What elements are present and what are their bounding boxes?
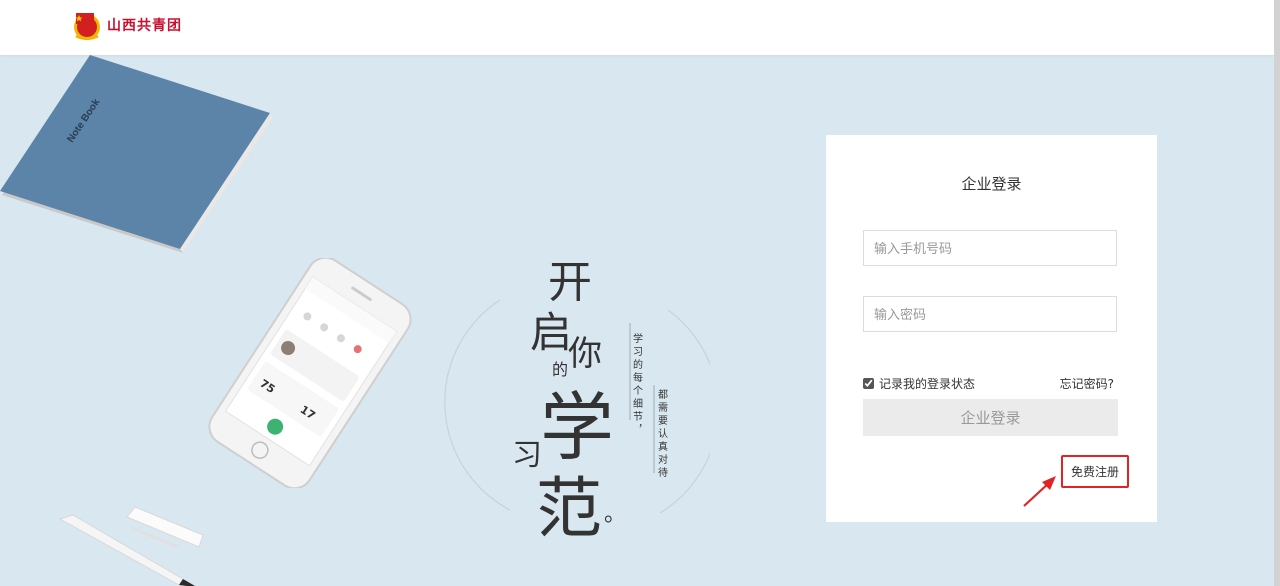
annotation-arrow-icon	[1023, 476, 1056, 507]
youth-league-emblem-icon	[74, 13, 100, 40]
remember-me[interactable]: 记录我的登录状态	[863, 375, 975, 392]
register-link[interactable]: 免费注册	[1061, 455, 1129, 488]
scrollbar-thumb[interactable]	[1274, 0, 1280, 586]
password-input[interactable]	[863, 296, 1117, 332]
page-scrollbar[interactable]	[1274, 0, 1280, 586]
slogan-char-xi: 习	[512, 438, 542, 473]
slogan-char-ni: 你	[568, 334, 602, 374]
top-header: 山西共青团	[0, 0, 1274, 55]
notebook-illustration: Note Book	[0, 55, 274, 253]
login-card: 企业登录 记录我的登录状态 忘记密码? 企业登录 免费注册	[826, 135, 1157, 522]
site-name: 山西共青团	[107, 18, 182, 34]
slogan-char-xue: 学	[540, 385, 614, 471]
phone-input[interactable]	[863, 230, 1117, 266]
forgot-password-link[interactable]: 忘记密码?	[1060, 375, 1114, 392]
calligraphy-slogan: 开 启 你 的 学 习 范 。 学习的每个细节， 都需要认真对待	[444, 257, 710, 545]
pen-illustration	[58, 506, 204, 586]
slogan-column-1: 学习的每个细节，	[631, 332, 643, 437]
login-button[interactable]: 企业登录	[863, 399, 1118, 436]
remember-label: 记录我的登录状态	[879, 377, 976, 391]
slogan-char-period: 。	[604, 502, 626, 527]
login-title: 企业登录	[961, 175, 1022, 193]
site-logo[interactable]: 山西共青团	[70, 8, 182, 42]
remember-checkbox[interactable]	[863, 378, 874, 389]
slogan-char-de: 的	[552, 360, 568, 379]
phone-illustration: 75 17	[208, 258, 412, 488]
slogan-column-2: 都需要认真对待	[656, 389, 668, 480]
slogan-char-kai: 开	[548, 257, 592, 308]
slogan-char-qi: 启	[530, 308, 572, 357]
slogan-char-fan: 范	[536, 470, 602, 545]
